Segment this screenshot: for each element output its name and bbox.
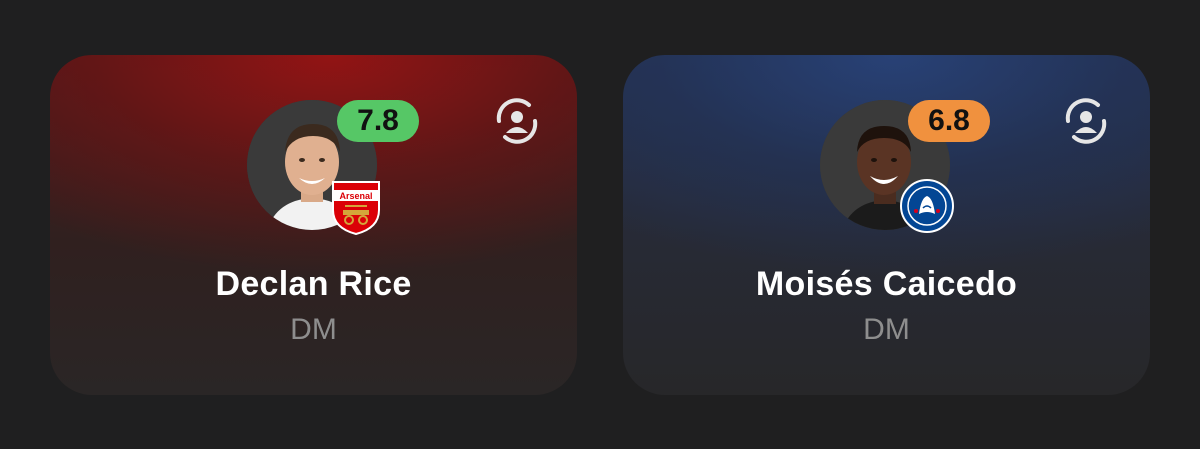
svg-text:Arsenal: Arsenal — [339, 191, 372, 201]
player-card-caicedo[interactable]: 6.8 Moisés Caicedo DM — [623, 55, 1150, 395]
arsenal-crest-icon: Arsenal — [332, 181, 380, 235]
player-card-rice[interactable]: 7.8 Arsenal Declan Rice DM — [50, 55, 577, 395]
player-comparison: 7.8 Arsenal Declan Rice DM 6.8 Moisés Ca… — [0, 0, 1200, 449]
player-name: Moisés Caicedo — [755, 265, 1018, 303]
chelsea-crest-icon — [900, 179, 954, 233]
rating-badge: 7.8 — [337, 100, 419, 142]
player-name: Declan Rice — [215, 265, 412, 303]
swap-player-icon[interactable] — [1058, 93, 1114, 149]
swap-player-icon[interactable] — [489, 93, 545, 149]
rating-badge: 6.8 — [908, 100, 990, 142]
player-position: DM — [290, 313, 337, 346]
player-position: DM — [863, 313, 910, 346]
